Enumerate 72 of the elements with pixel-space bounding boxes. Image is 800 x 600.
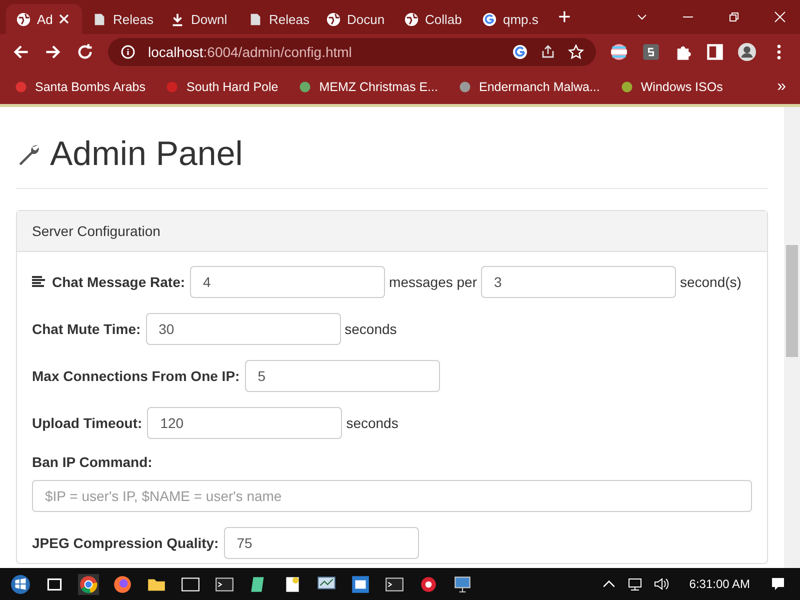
new-tab-button[interactable]: +	[550, 4, 579, 30]
field-label: Ban IP Command:	[32, 454, 154, 470]
globe-icon	[16, 12, 31, 26]
volume-icon[interactable]	[653, 576, 670, 592]
browser-tab[interactable]: Releas	[238, 4, 316, 34]
more-bookmarks-button[interactable]: »	[777, 78, 786, 96]
computer-icon[interactable]	[452, 574, 473, 594]
bookmark-favicon-icon	[298, 80, 312, 94]
reload-icon[interactable]	[76, 43, 94, 61]
field-label: Max Connections From One IP:	[32, 368, 240, 384]
field-label: Chat Mute Time:	[32, 321, 141, 337]
download-icon	[170, 12, 185, 26]
field-label: Chat Message Rate:	[52, 274, 186, 290]
close-icon[interactable]	[774, 11, 786, 23]
bookmark-item[interactable]: Endermanch Malwa...	[458, 80, 600, 94]
google-icon[interactable]	[512, 44, 528, 60]
input-field[interactable]: $IP = user's IP, $NAME = user's name	[32, 480, 752, 512]
browser-tab[interactable]: Ad	[6, 4, 82, 34]
window-app-icon[interactable]	[350, 574, 371, 594]
url-text: localhost:6004/admin/config.html	[148, 44, 352, 60]
browser-tab[interactable]: Downl	[160, 4, 238, 34]
forward-icon[interactable]	[44, 43, 62, 61]
share-icon[interactable]	[540, 44, 556, 60]
unit-text: seconds	[346, 415, 398, 431]
unit-text: messages per	[389, 274, 477, 290]
g-logo-icon	[482, 12, 497, 26]
input-field[interactable]: 4	[190, 266, 386, 298]
field-label: Upload Timeout:	[32, 415, 142, 431]
bookmark-favicon-icon	[620, 80, 634, 94]
restore-icon[interactable]	[728, 11, 740, 23]
page-icon	[92, 12, 107, 26]
unit-text: seconds	[344, 321, 397, 337]
info-icon[interactable]	[120, 44, 136, 60]
clock-text: 6:31:00 AM	[689, 577, 750, 591]
list-icon	[32, 276, 46, 288]
bookmark-favicon-icon	[14, 80, 28, 94]
globe-icon	[404, 12, 419, 26]
input-field[interactable]: 5	[244, 360, 440, 392]
input-field[interactable]: 30	[146, 313, 341, 345]
page-title: Admin Panel	[50, 135, 243, 174]
firefox-icon[interactable]	[112, 574, 133, 594]
input-field[interactable]: 120	[147, 407, 342, 439]
globe-icon	[326, 12, 341, 26]
chrome-icon[interactable]	[78, 574, 99, 594]
bookmark-item[interactable]: MEMZ Christmas E...	[298, 80, 438, 94]
close-icon[interactable]	[58, 14, 69, 24]
input-field[interactable]: 75	[224, 527, 419, 559]
input-field[interactable]: 3	[480, 266, 676, 298]
star-icon[interactable]	[568, 44, 584, 60]
network-icon[interactable]	[627, 576, 644, 592]
profile-icon[interactable]	[738, 43, 756, 61]
browser-tab[interactable]: Releas	[82, 4, 160, 34]
bookmark-favicon-icon	[165, 80, 180, 94]
page-icon	[248, 12, 263, 26]
browser-tab[interactable]: qmp.s	[472, 4, 550, 34]
panel-heading: Server Configuration	[17, 211, 767, 252]
notification-icon[interactable]	[770, 576, 786, 592]
sidebar-icon[interactable]	[706, 43, 724, 61]
bookmark-item[interactable]: Windows ISOs	[620, 80, 723, 94]
browser-tab[interactable]: Collab	[394, 4, 472, 34]
back-icon[interactable]	[12, 43, 30, 61]
bookmark-favicon-icon	[458, 80, 472, 94]
flag-icon[interactable]	[610, 43, 628, 61]
start-button-icon[interactable]	[10, 574, 31, 594]
browser-tab[interactable]: Docun	[316, 4, 394, 34]
unit-text: second(s)	[680, 274, 742, 290]
address-bar[interactable]: localhost:6004/admin/config.html	[108, 38, 596, 66]
field-label: JPEG Compression Quality:	[32, 535, 219, 551]
bookmark-item[interactable]: South Hard Pole	[165, 80, 278, 94]
bookmark-item[interactable]: Santa Bombs Arabs	[14, 80, 146, 94]
extension-s-icon[interactable]	[642, 43, 660, 61]
scrollbar[interactable]	[784, 107, 800, 568]
